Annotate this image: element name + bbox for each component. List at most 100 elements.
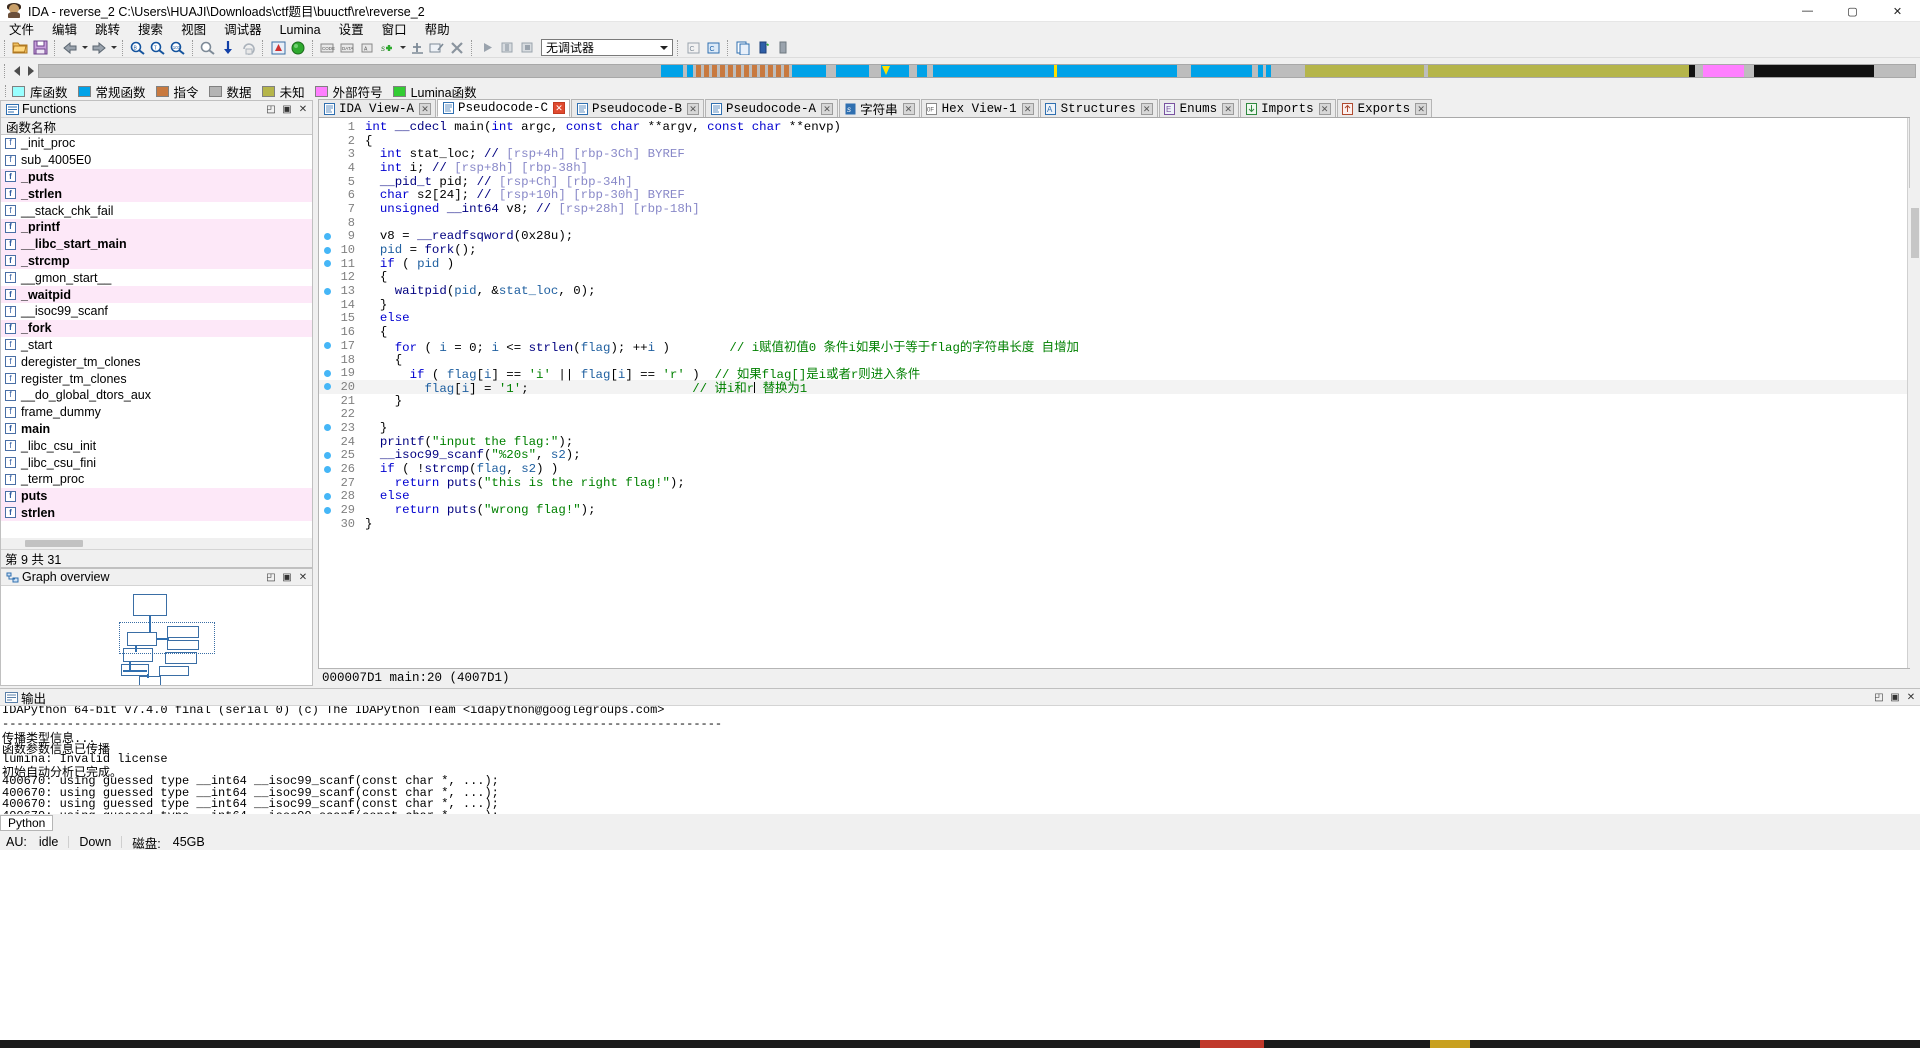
- code-line[interactable]: 8: [319, 216, 1919, 230]
- menu-jump[interactable]: 跳转: [86, 22, 129, 38]
- code-line[interactable]: 6 char s2[24]; // [rsp+10h] [rbp-30h] BY…: [319, 188, 1919, 202]
- code-line[interactable]: 9 v8 = __readfsqword(0x28u);: [319, 229, 1919, 243]
- code-line[interactable]: 29 return puts("wrong flag!");: [319, 503, 1919, 517]
- run-to-icon[interactable]: [289, 39, 307, 57]
- function-list-item[interactable]: f sub_4005E0: [1, 152, 312, 169]
- function-list-item[interactable]: f _init_proc: [1, 135, 312, 152]
- menu-edit[interactable]: 编辑: [43, 22, 86, 38]
- functions-minimize-icon[interactable]: ◰: [264, 102, 278, 116]
- code-line[interactable]: 4 int i; // [rsp+8h] [rbp-38h]: [319, 161, 1919, 175]
- char-const-icon[interactable]: [774, 39, 792, 57]
- function-list-item[interactable]: f _waitpid: [1, 286, 312, 303]
- tab-close-icon[interactable]: ✕: [1021, 102, 1034, 115]
- tab-imports[interactable]: Imports ✕: [1240, 99, 1336, 117]
- breakpoint-marker-icon[interactable]: [319, 366, 335, 380]
- menu-search[interactable]: 搜索: [129, 22, 172, 38]
- code-line[interactable]: 13 waitpid(pid, &stat_loc, 0);: [319, 284, 1919, 298]
- back-arrow-icon[interactable]: [61, 39, 79, 57]
- tab-ida-view-a[interactable]: IDA View-A ✕: [318, 99, 437, 117]
- functions-hscrollbar[interactable]: [1, 538, 312, 549]
- breakpoint-marker-icon[interactable]: [319, 284, 335, 298]
- function-list-item[interactable]: f __do_global_dtors_aux: [1, 387, 312, 404]
- tab-structures[interactable]: A Structures ✕: [1039, 99, 1158, 117]
- function-list-item[interactable]: f frame_dummy: [1, 404, 312, 421]
- decompile-all-icon[interactable]: C: [704, 39, 722, 57]
- function-list-item[interactable]: f _start: [1, 337, 312, 354]
- open-file-icon[interactable]: [11, 39, 29, 57]
- tab-close-icon[interactable]: ✕: [1222, 102, 1235, 115]
- python-input[interactable]: [53, 814, 1920, 831]
- code-line[interactable]: 12 {: [319, 270, 1919, 284]
- function-list-item[interactable]: f register_tm_clones: [1, 370, 312, 387]
- tab-close-icon[interactable]: ✕: [687, 102, 700, 115]
- menu-options[interactable]: 设置: [330, 22, 373, 38]
- code-line[interactable]: 24 printf("input the flag:");: [319, 435, 1919, 449]
- debug-stop-icon[interactable]: [518, 39, 536, 57]
- debug-pause-icon[interactable]: [498, 39, 516, 57]
- python-tab[interactable]: Python: [0, 814, 54, 831]
- ascii-icon[interactable]: A: [359, 39, 377, 57]
- functions-column-header[interactable]: 函数名称: [1, 118, 312, 135]
- save-icon[interactable]: [31, 39, 49, 57]
- tab-close-icon[interactable]: ✕: [902, 102, 915, 115]
- struct-dropdown-arrow-icon[interactable]: [398, 39, 407, 57]
- breakpoint-marker-icon[interactable]: [319, 490, 335, 504]
- tab-close-icon[interactable]: ✕: [1415, 102, 1428, 115]
- function-list-item[interactable]: f _puts: [1, 168, 312, 186]
- function-list-item[interactable]: f __stack_chk_fail: [1, 202, 312, 219]
- struct-offset-icon[interactable]: [754, 39, 772, 57]
- code-line[interactable]: 15 else: [319, 311, 1919, 325]
- data-icon[interactable]: DATA: [339, 39, 357, 57]
- undo-icon[interactable]: [239, 39, 257, 57]
- functions-hscroll-thumb[interactable]: [25, 540, 83, 547]
- tab-hex-view-1[interactable]: 0F Hex View-1 ✕: [920, 99, 1039, 117]
- code-icon[interactable]: CODE: [319, 39, 337, 57]
- code-line[interactable]: 14 }: [319, 298, 1919, 312]
- decompile-icon[interactable]: C: [684, 39, 702, 57]
- code-line[interactable]: 7 unsigned __int64 v8; // [rsp+28h] [rbp…: [319, 202, 1919, 216]
- function-list-item[interactable]: f _libc_csu_init: [1, 437, 312, 454]
- function-list-item[interactable]: f main: [1, 421, 312, 438]
- delete-icon[interactable]: [448, 39, 466, 57]
- function-list-item[interactable]: f __gmon_start__: [1, 269, 312, 286]
- code-line[interactable]: 3 int stat_loc; // [rsp+4h] [rbp-3Ch] BY…: [319, 147, 1919, 161]
- add-struct-icon[interactable]: s: [379, 39, 397, 57]
- nav-scroll-right-icon[interactable]: [24, 61, 38, 81]
- workspace-vscrollbar[interactable]: [1910, 100, 1920, 686]
- back-dropdown-arrow-icon[interactable]: [80, 39, 89, 57]
- close-button[interactable]: ✕: [1875, 0, 1920, 22]
- function-list-item[interactable]: f __libc_start_main: [1, 235, 312, 253]
- minimize-button[interactable]: —: [1785, 0, 1830, 22]
- function-list-item[interactable]: f _term_proc: [1, 471, 312, 488]
- function-list-item[interactable]: f _printf: [1, 218, 312, 236]
- search-text-icon[interactable]: T: [149, 39, 167, 57]
- forward-arrow-icon[interactable]: [90, 39, 108, 57]
- code-line[interactable]: 20 flag[i] = '1'; // 讲i和r 替换为1: [319, 380, 1919, 396]
- tab-exports[interactable]: Exports ✕: [1336, 99, 1433, 117]
- breakpoint-marker-icon[interactable]: [319, 257, 335, 271]
- edit-func-icon[interactable]: [428, 39, 446, 57]
- breakpoint-marker-icon[interactable]: [319, 449, 335, 463]
- breakpoint-marker-icon[interactable]: [319, 380, 335, 394]
- graph-overview-minimize-icon[interactable]: ◰: [264, 570, 278, 584]
- graph-overview-viewport[interactable]: [119, 622, 215, 654]
- function-list-item[interactable]: f __isoc99_scanf: [1, 303, 312, 320]
- breakpoint-marker-icon[interactable]: [319, 462, 335, 476]
- output-float-icon[interactable]: ▣: [1888, 690, 1902, 704]
- functions-float-icon[interactable]: ▣: [280, 102, 294, 116]
- undefine-icon[interactable]: [408, 39, 426, 57]
- graph-overview-canvas[interactable]: [1, 586, 312, 685]
- maximize-button[interactable]: ▢: [1830, 0, 1875, 22]
- navigation-band[interactable]: [38, 64, 1916, 78]
- code-line[interactable]: 10 pid = fork();: [319, 243, 1919, 257]
- code-line[interactable]: 17 for ( i = 0; i <= strlen(flag); ++i )…: [319, 339, 1919, 355]
- breakpoint-marker-icon[interactable]: [319, 243, 335, 257]
- function-list-item[interactable]: f deregister_tm_clones: [1, 353, 312, 370]
- code-line[interactable]: 1 int __cdecl main(int argc, const char *…: [319, 120, 1919, 134]
- tab-pseudocode-c[interactable]: Pseudocode-C ✕: [437, 99, 571, 117]
- tab--[interactable]: s 字符串 ✕: [839, 99, 920, 118]
- code-line[interactable]: 25 __isoc99_scanf("%20s", s2);: [319, 448, 1919, 463]
- functions-list[interactable]: f _init_proc f sub_4005E0 f _puts f _strlen f __s…: [1, 135, 312, 549]
- functions-close-icon[interactable]: ✕: [296, 102, 310, 116]
- code-line[interactable]: 28 else: [319, 489, 1919, 504]
